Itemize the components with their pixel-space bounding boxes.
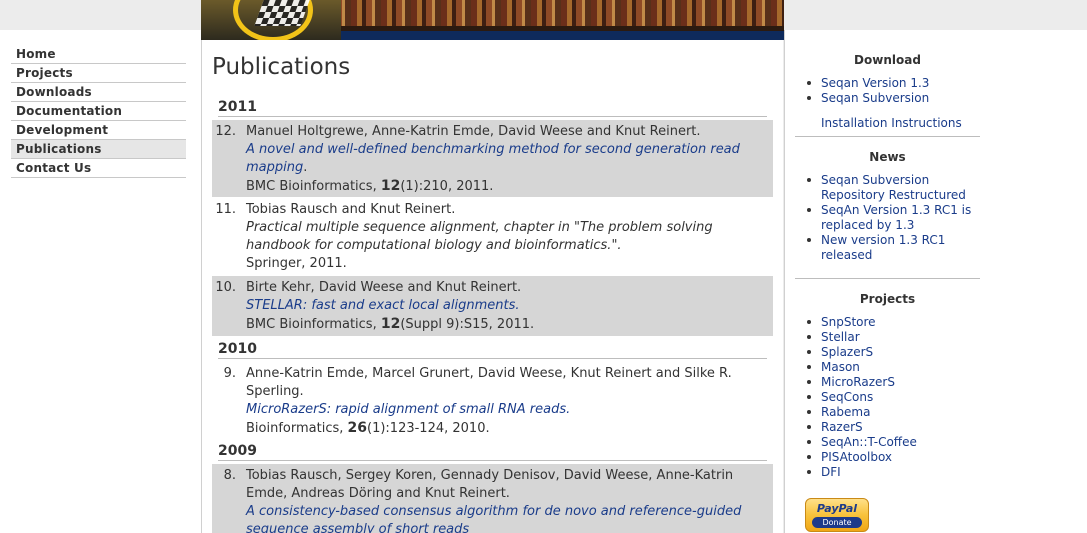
main-content: Publications 2011 12. Manuel Holtgrewe, …: [202, 40, 783, 533]
title-period: .: [566, 402, 571, 417]
project-link-snpstore[interactable]: SnpStore: [805, 315, 985, 330]
project-link-dfi[interactable]: DFI: [805, 465, 985, 480]
seqan-logo[interactable]: [201, 0, 341, 42]
publication-volume: 12: [380, 178, 401, 194]
donate-label: Donate: [812, 517, 862, 528]
project-link-microrazers[interactable]: MicroRazerS: [805, 375, 985, 390]
publication-pages-year: (Suppl 9):S15, 2011.: [400, 317, 535, 332]
projects-list: SnpStore Stellar SplazerS Mason MicroRaz…: [805, 315, 985, 480]
project-link-mason[interactable]: Mason: [805, 360, 985, 375]
project-link-seqcons[interactable]: SeqCons: [805, 390, 985, 405]
chessboard-icon: [254, 0, 310, 26]
paypal-logo: PayPal: [816, 502, 858, 515]
publication-journal: BMC Bioinformatics,: [246, 179, 381, 194]
publication-title-link-cont[interactable]: mapping: [246, 160, 303, 175]
project-link-stellar[interactable]: Stellar: [805, 330, 985, 345]
nav-item-downloads[interactable]: Downloads: [11, 83, 186, 102]
publication-number: 11.: [215, 202, 236, 217]
publication-title-link[interactable]: MicroRazerS: rapid alignment of small RN…: [246, 402, 566, 417]
publication-authors-cont: Sperling.: [246, 384, 304, 399]
publication-number: 9.: [223, 366, 236, 381]
left-navigation: Home Projects Downloads Documentation De…: [0, 30, 202, 533]
publication-publisher: Springer, 2011.: [246, 256, 347, 271]
news-item[interactable]: SeqAn Version 1.3 RC1 is replaced by 1.3: [805, 203, 985, 233]
project-link-razers[interactable]: RazerS: [805, 420, 985, 435]
publication-11: 11. Tobias Rausch and Knut Reinert. Prac…: [212, 198, 773, 275]
publication-12: 12. Manuel Holtgrewe, Anne-Katrin Emde, …: [212, 120, 773, 197]
project-link-t-coffee[interactable]: SeqAn::T-Coffee: [805, 435, 985, 450]
publication-10: 10. Birte Kehr, David Weese and Knut Rei…: [212, 276, 773, 336]
publication-authors: Manuel Holtgrewe, Anne-Katrin Emde, Davi…: [246, 124, 701, 139]
news-item[interactable]: Seqan Subversion Repository Restructured: [805, 173, 985, 203]
download-list: Seqan Version 1.3 Seqan Subversion: [805, 76, 985, 106]
nav-item-projects[interactable]: Projects: [11, 64, 186, 83]
news-item[interactable]: New version 1.3 RC1 released: [805, 233, 985, 263]
publication-number: 8.: [223, 468, 236, 483]
page-title: Publications: [212, 54, 351, 80]
news-heading: News: [869, 150, 906, 164]
divider: [795, 136, 980, 137]
nav-item-publications[interactable]: Publications: [11, 140, 186, 159]
year-heading-2011: 2011: [218, 98, 767, 117]
publication-journal: BMC Bioinformatics,: [246, 317, 381, 332]
publication-title-cont: handbook for computational biology and b…: [246, 238, 622, 253]
publication-number: 12.: [215, 124, 236, 139]
title-period: .: [303, 160, 308, 175]
publication-8: 8. Tobias Rausch, Sergey Koren, Gennady …: [212, 464, 773, 533]
publication-authors: Tobias Rausch and Knut Reinert.: [246, 202, 456, 217]
page: Home Projects Downloads Documentation De…: [0, 0, 1087, 533]
publication-authors: Anne-Katrin Emde, Marcel Grunert, David …: [246, 366, 732, 381]
title-period: .: [515, 298, 520, 313]
project-link-splazers[interactable]: SplazerS: [805, 345, 985, 360]
paypal-donate-button[interactable]: PayPal Donate: [805, 498, 869, 532]
year-heading-2009: 2009: [218, 442, 767, 461]
news-item-line: New version 1.3 RC1: [821, 233, 946, 247]
publication-authors: Tobias Rausch, Sergey Koren, Gennady Den…: [246, 468, 734, 483]
publication-volume: 12: [380, 316, 401, 332]
nav-item-documentation[interactable]: Documentation: [11, 102, 186, 121]
publication-title: Practical multiple sequence alignment, c…: [246, 220, 713, 235]
project-link-rabema[interactable]: Rabema: [805, 405, 985, 420]
download-link[interactable]: Seqan Version 1.3: [805, 76, 985, 91]
publication-pages-year: (1):123-124, 2010.: [367, 421, 490, 436]
divider: [795, 278, 980, 279]
year-heading-2010: 2010: [218, 340, 767, 359]
news-item-line: released: [821, 248, 873, 262]
news-item-line: Repository Restructured: [821, 188, 966, 202]
publication-volume: 26: [347, 420, 367, 436]
news-item-line: SeqAn Version 1.3 RC1 is: [821, 203, 972, 217]
publication-authors: Birte Kehr, David Weese and Knut Reinert…: [246, 280, 522, 295]
publication-title-link[interactable]: STELLAR: fast and exact local alignments: [246, 298, 515, 313]
publication-authors-cont: Emde, Andreas Döring and Knut Reinert.: [246, 486, 510, 501]
news-list: Seqan Subversion Repository Restructured …: [805, 173, 985, 263]
news-item-line: Seqan Subversion: [821, 173, 930, 187]
news-item-line: replaced by 1.3: [821, 218, 915, 232]
projects-heading: Projects: [859, 292, 916, 306]
publication-title-link[interactable]: A novel and well-defined benchmarking me…: [246, 142, 740, 157]
installation-instructions-link[interactable]: Installation Instructions: [821, 116, 962, 130]
publication-journal: Bioinformatics,: [246, 421, 348, 436]
nav-item-home[interactable]: Home: [11, 45, 186, 64]
right-sidebar: Download Seqan Version 1.3 Seqan Subvers…: [784, 30, 1087, 533]
header-banner-image: [201, 0, 784, 42]
project-link-pisatoolbox[interactable]: PISAtoolbox: [805, 450, 985, 465]
nav-item-contact-us[interactable]: Contact Us: [11, 159, 186, 178]
nav-item-development[interactable]: Development: [11, 121, 186, 140]
publication-9: 9. Anne-Katrin Emde, Marcel Grunert, Dav…: [212, 362, 773, 440]
download-heading: Download: [854, 53, 921, 67]
publication-title-link[interactable]: A consistency-based consensus algorithm …: [246, 504, 741, 519]
publication-title-link-cont[interactable]: sequence assembly of short reads: [246, 522, 469, 533]
publication-number: 10.: [215, 280, 236, 295]
download-link[interactable]: Seqan Subversion: [805, 91, 985, 106]
publication-pages-year: (1):210, 2011.: [400, 179, 494, 194]
